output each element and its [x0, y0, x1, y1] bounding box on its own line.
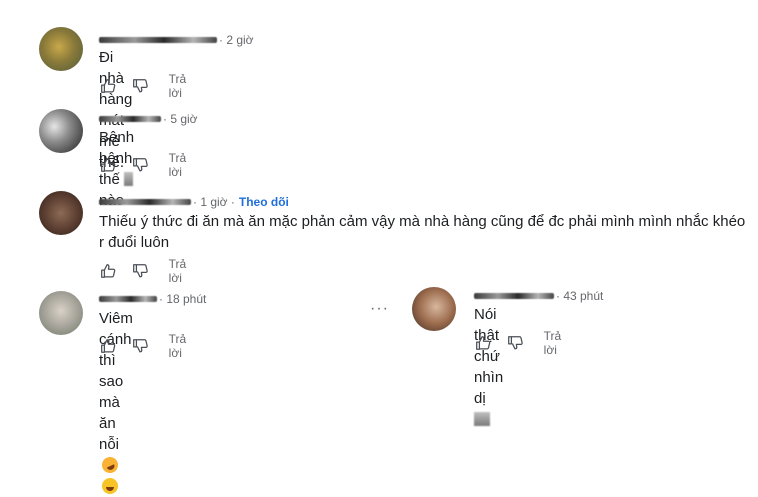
comment-time[interactable]: · 5 giờ [163, 112, 198, 126]
avatar[interactable] [39, 109, 83, 153]
reply-button[interactable]: Trả lời [169, 257, 195, 285]
comment-time[interactable]: · 43 phút [556, 289, 603, 303]
blurred-username[interactable] [99, 37, 217, 43]
avatar[interactable] [39, 191, 83, 235]
comment-actions: Trả lời [99, 151, 195, 179]
thumbs-down-icon[interactable] [131, 336, 149, 356]
avatar[interactable] [39, 291, 83, 335]
reply-button[interactable]: Trả lời [169, 72, 195, 100]
blurred-username[interactable] [99, 116, 161, 122]
comment-meta: · 43 phút [474, 289, 603, 303]
thumbs-up-icon[interactable] [99, 336, 117, 356]
thumbs-up-icon[interactable] [99, 76, 117, 96]
laughing-emoji-icon [102, 478, 118, 494]
reply-button[interactable]: Trả lời [169, 332, 195, 360]
comment-time[interactable]: · 1 giờ · [193, 195, 235, 209]
rofl-emoji-icon [99, 454, 121, 476]
comment-meta: · 18 phút [99, 292, 206, 306]
comment-meta: · 5 giờ [99, 112, 198, 126]
blurred-username[interactable] [99, 296, 157, 302]
censored-word [474, 412, 490, 426]
comment-meta: · 2 giờ [99, 33, 254, 47]
blurred-username[interactable] [99, 199, 191, 205]
thumbs-up-icon[interactable] [99, 261, 117, 281]
follow-button[interactable]: Theo dõi [239, 195, 289, 209]
blurred-username[interactable] [474, 293, 554, 299]
comment-text: Nói thật chứ nhìn dị [474, 304, 503, 430]
avatar[interactable] [412, 287, 456, 331]
reply-button[interactable]: Trả lời [169, 151, 195, 179]
comment-time[interactable]: · 18 phút [159, 292, 206, 306]
comment-text-body: Nói thật chứ nhìn dị [474, 306, 504, 407]
comment-text: Thiếu ý thức đi ăn mà ăn mặc phản cảm vậ… [99, 213, 746, 251]
thumbs-up-icon[interactable] [474, 333, 492, 353]
reply-button[interactable]: Trả lời [544, 329, 570, 357]
comment-meta: · 1 giờ · Theo dõi [99, 195, 289, 209]
thumbs-down-icon[interactable] [131, 76, 149, 96]
avatar[interactable] [39, 27, 83, 71]
thumbs-down-icon[interactable] [506, 333, 524, 353]
comment-text-body: Viêm cánh thì sao mà ăn nỗi [99, 310, 133, 453]
thumbs-up-icon[interactable] [99, 155, 117, 175]
comment-actions: Trả lời [99, 257, 195, 285]
comment-time[interactable]: · 2 giờ [219, 33, 254, 47]
more-options-button[interactable]: ··· [370, 300, 389, 318]
thumbs-down-icon[interactable] [131, 261, 149, 281]
thumbs-down-icon[interactable] [131, 155, 149, 175]
comment-actions: Trả lời [99, 332, 195, 360]
comment-actions: Trả lời [474, 329, 570, 357]
comment-actions: Trả lời [99, 72, 195, 100]
